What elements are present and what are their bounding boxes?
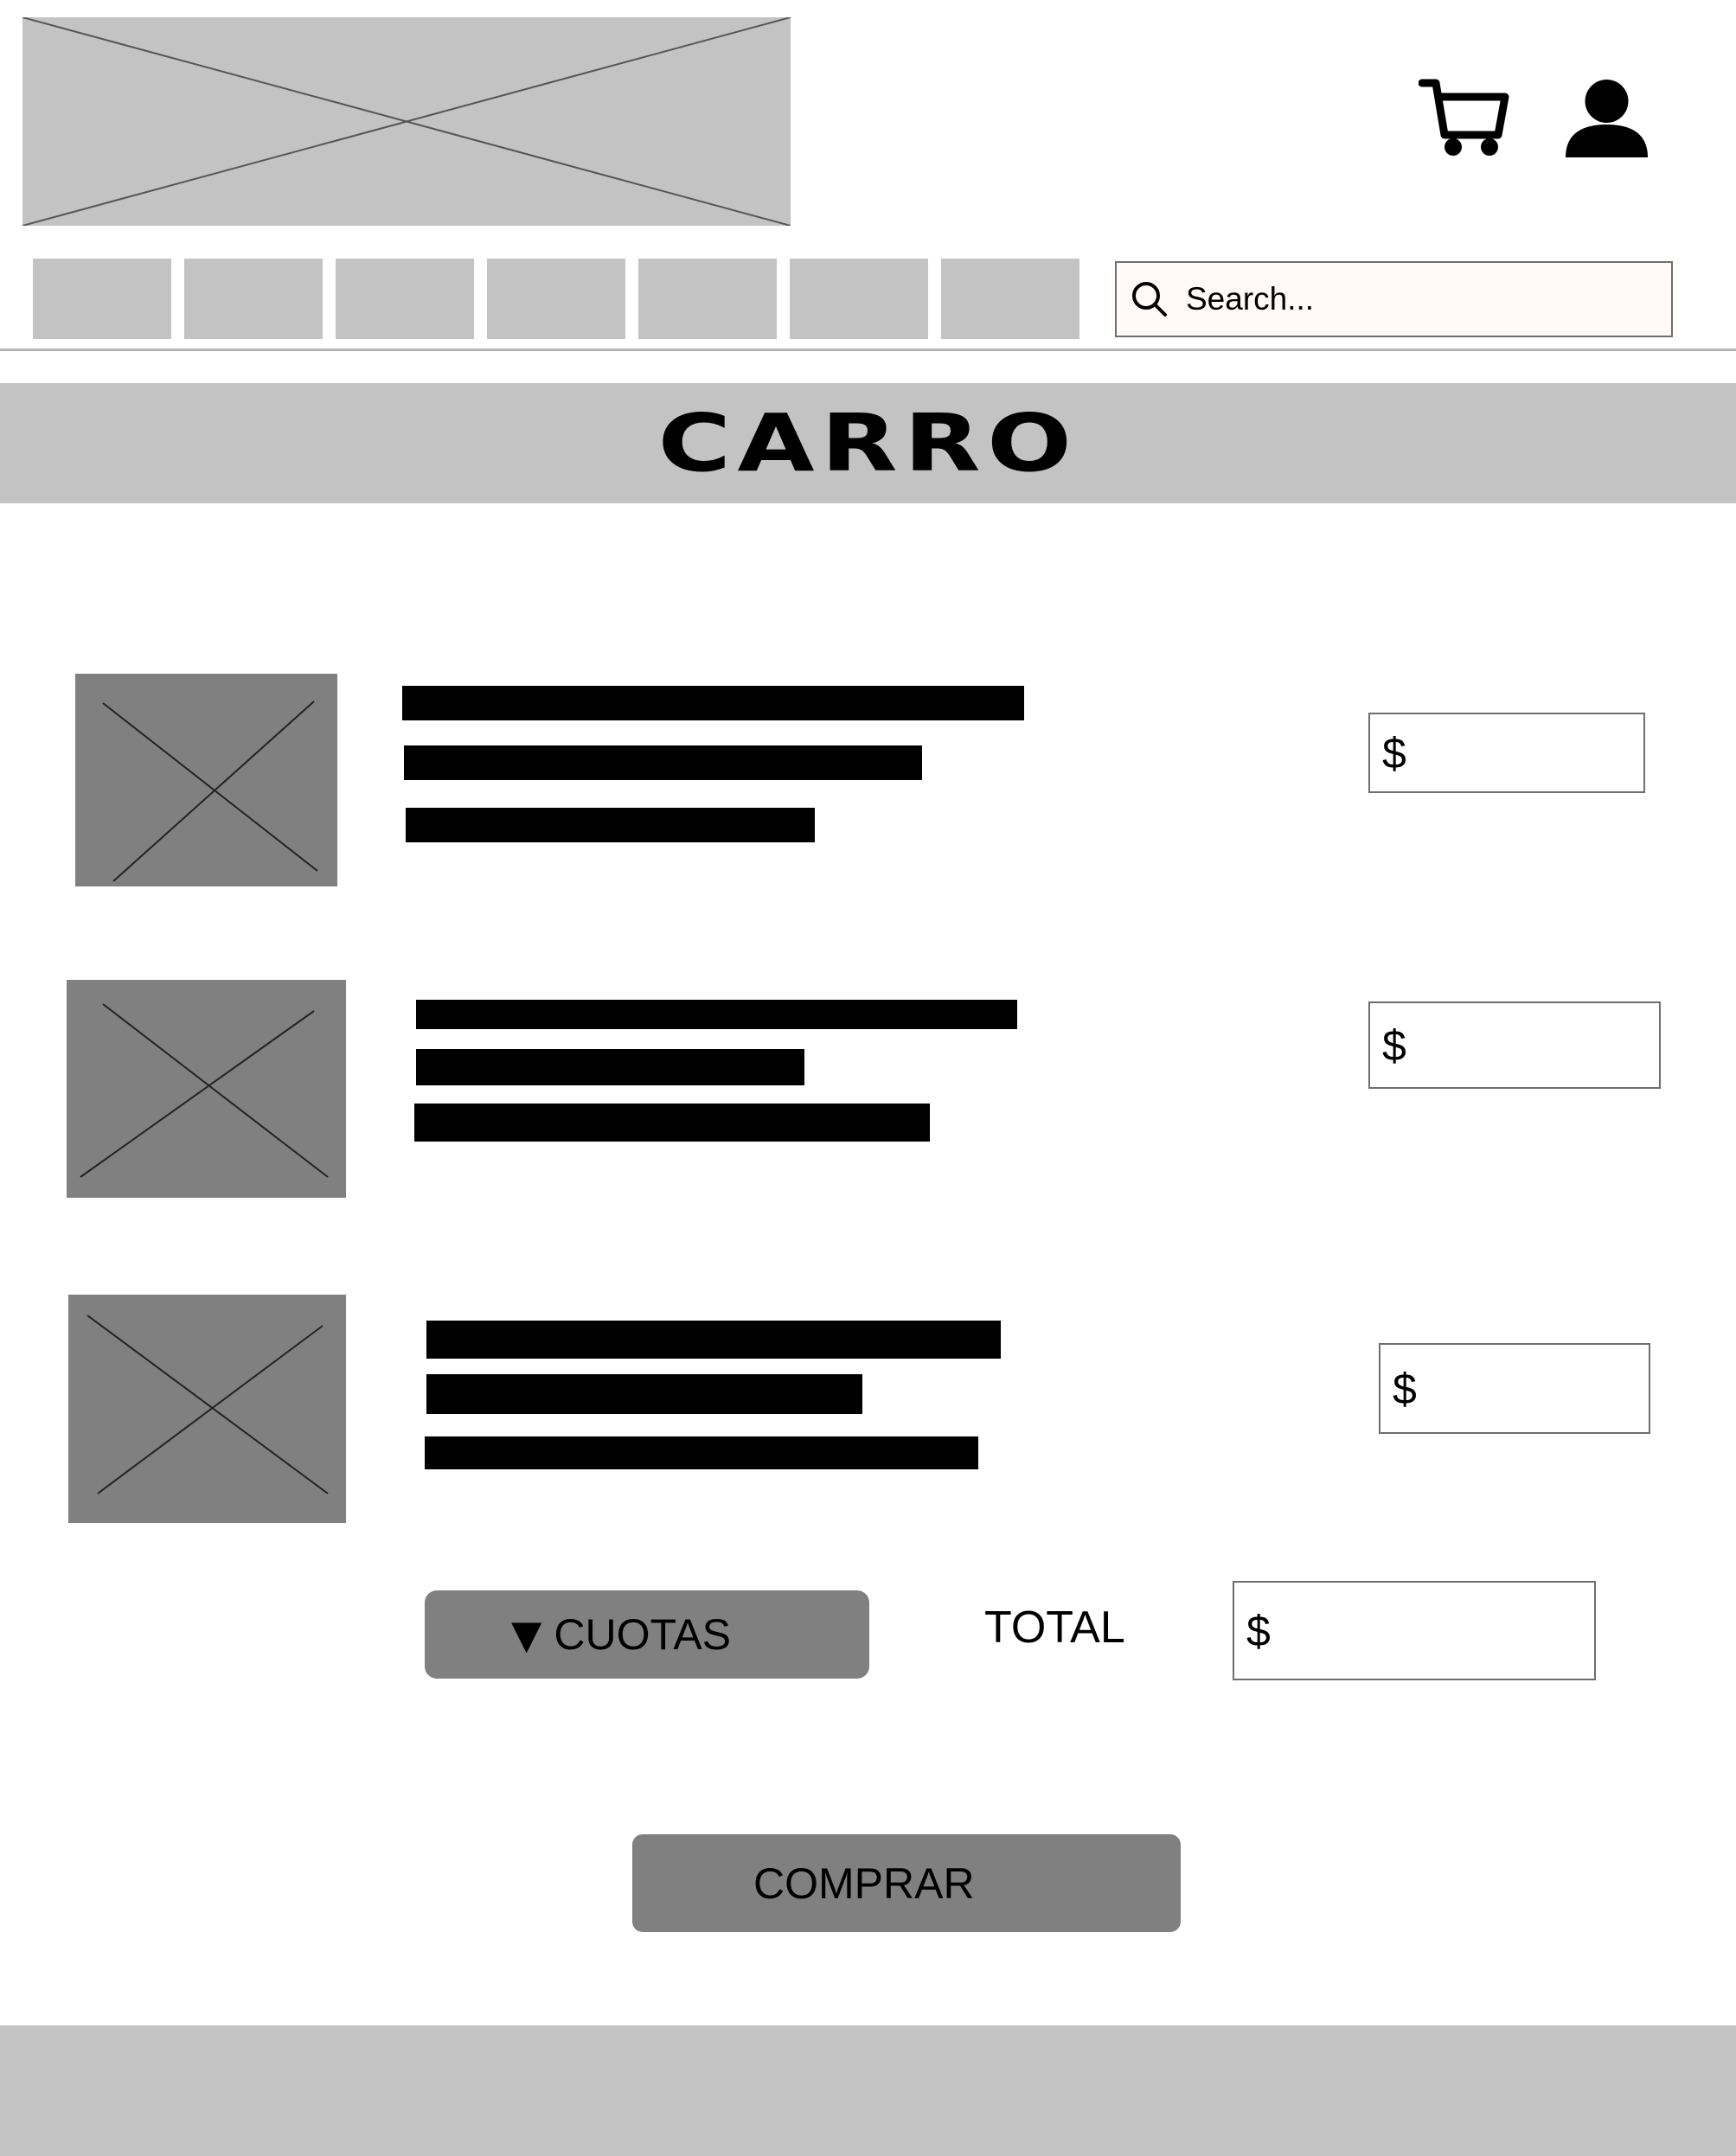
search-icon	[1132, 282, 1167, 317]
logo-placeholder	[22, 17, 791, 226]
user-icon[interactable]	[1566, 80, 1648, 159]
item-price-field[interactable]: $	[1368, 713, 1645, 793]
total-price-field: $	[1233, 1581, 1596, 1680]
currency-symbol: $	[1382, 728, 1406, 777]
item-text-line	[414, 1104, 930, 1142]
placeholder-cross-icon	[102, 701, 318, 882]
nav-tab-4[interactable]	[487, 259, 625, 339]
page-title: CARRO	[657, 397, 1079, 489]
chevron-down-icon: ▼	[511, 1611, 542, 1658]
currency-symbol: $	[1382, 1020, 1406, 1070]
cart-icon[interactable]	[1418, 78, 1509, 160]
item-text-line	[425, 1436, 978, 1469]
buy-button[interactable]: COMPRAR	[632, 1834, 1181, 1932]
item-text-line	[402, 686, 1024, 720]
search-placeholder: Search...	[1186, 281, 1315, 317]
placeholder-cross-icon	[22, 17, 791, 226]
nav-tab-1[interactable]	[33, 259, 171, 339]
item-text-line	[416, 1049, 804, 1085]
total-label: TOTAL	[984, 1603, 1125, 1653]
search-input[interactable]: Search...	[1115, 261, 1673, 337]
currency-symbol: $	[1393, 1364, 1417, 1413]
placeholder-cross-icon	[86, 1315, 329, 1494]
title-banner: CARRO	[0, 383, 1736, 503]
item-text-line	[416, 1000, 1017, 1029]
nav-tab-7[interactable]	[941, 259, 1079, 339]
cuotas-dropdown[interactable]: ▼ CUOTAS	[425, 1590, 869, 1679]
currency-symbol: $	[1246, 1606, 1271, 1655]
product-image	[68, 1295, 346, 1523]
item-text-line	[426, 1321, 1001, 1359]
nav-tab-6[interactable]	[790, 259, 928, 339]
nav-tab-5[interactable]	[638, 259, 777, 339]
nav-tab-3[interactable]	[336, 259, 474, 339]
placeholder-cross-icon	[80, 1003, 329, 1178]
item-text-line	[406, 808, 815, 842]
header-divider	[0, 349, 1736, 351]
product-image	[67, 980, 346, 1198]
buy-button-label: COMPRAR	[753, 1859, 975, 1908]
nav-tab-2[interactable]	[184, 259, 323, 339]
item-text-line	[426, 1374, 862, 1414]
product-image	[75, 674, 337, 886]
item-price-field[interactable]: $	[1368, 1001, 1661, 1089]
cuotas-label: CUOTAS	[554, 1610, 732, 1659]
item-text-line	[404, 745, 922, 780]
footer	[0, 2025, 1736, 2156]
item-price-field[interactable]: $	[1379, 1343, 1650, 1434]
